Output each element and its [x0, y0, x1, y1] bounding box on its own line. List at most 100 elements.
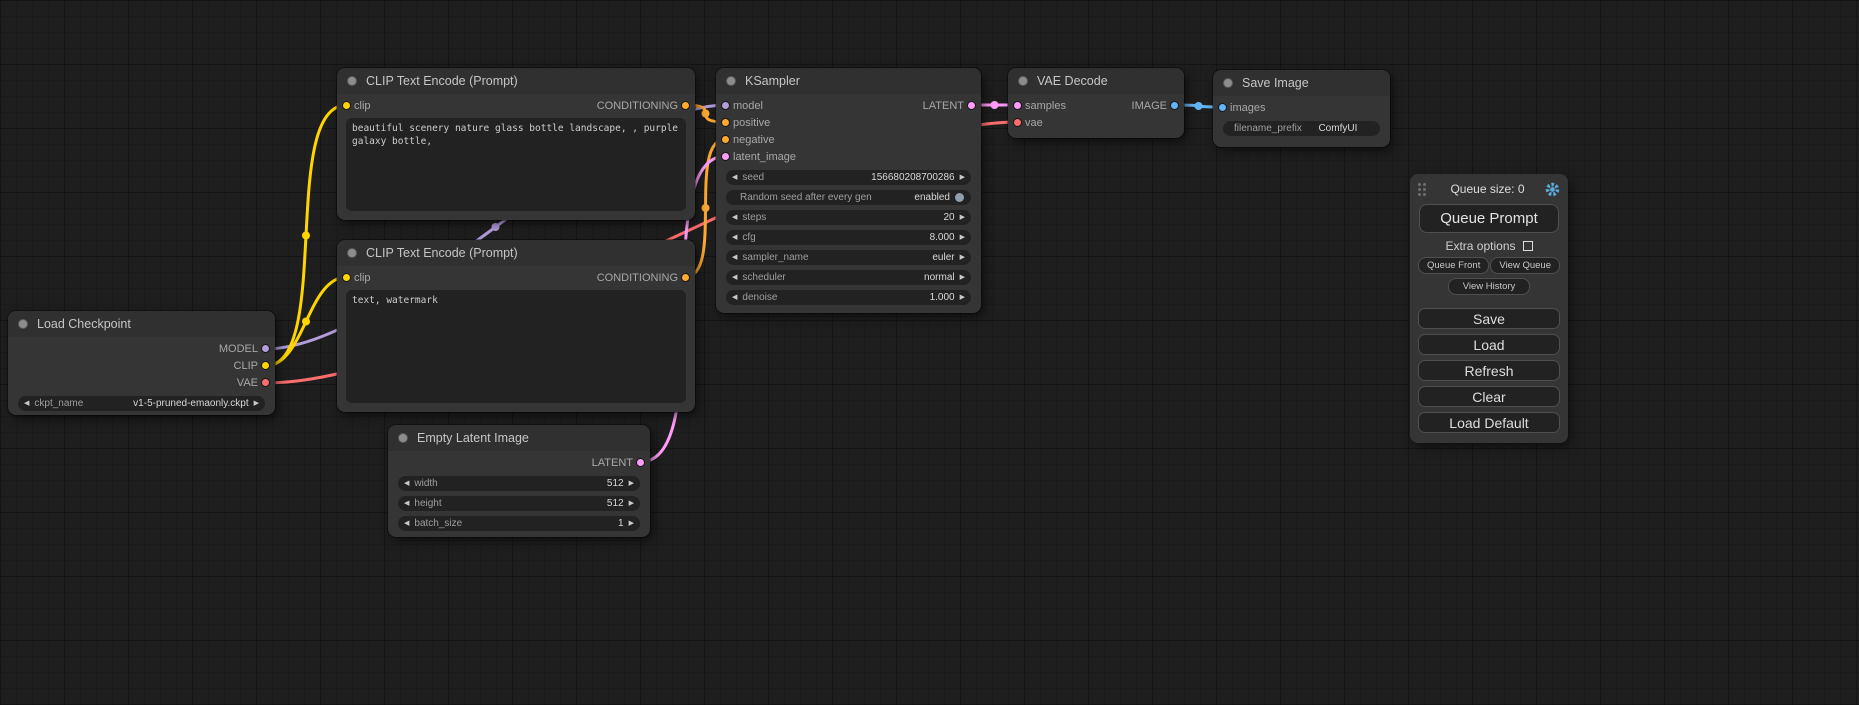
widget-denoise[interactable]: ◀ denoise 1.000 ▶	[726, 290, 971, 305]
prompt-text-area[interactable]: text, watermark	[346, 290, 686, 403]
collapse-dot-icon[interactable]	[726, 76, 736, 86]
increment-arrow-icon[interactable]: ▶	[629, 480, 634, 487]
widget-scheduler[interactable]: ◀ scheduler normal ▶	[726, 270, 971, 285]
decrement-arrow-icon[interactable]: ◀	[732, 274, 737, 281]
decrement-arrow-icon[interactable]: ◀	[732, 254, 737, 261]
link-midpoint-dot	[302, 318, 310, 326]
node-title-bar[interactable]: VAE Decode	[1008, 68, 1184, 94]
drag-handle-icon[interactable]	[1418, 182, 1430, 196]
input-label-positive: positive	[733, 117, 770, 129]
widget-random-seed-toggle[interactable]: Random seed after every gen enabled	[726, 190, 971, 205]
widget-sampler-name[interactable]: ◀ sampler_name euler ▶	[726, 250, 971, 265]
port-row: clip CONDITIONING	[337, 97, 695, 114]
node-title: CLIP Text Encode (Prompt)	[366, 74, 518, 88]
link-midpoint-dot	[1195, 102, 1203, 110]
widget-batch-size[interactable]: ◀ batch_size 1 ▶	[398, 516, 640, 531]
port-row: vae	[1008, 114, 1184, 131]
input-port-positive[interactable]	[721, 118, 730, 127]
input-label-model: model	[733, 100, 763, 112]
increment-arrow-icon[interactable]: ▶	[629, 500, 634, 507]
decrement-arrow-icon[interactable]: ◀	[404, 480, 409, 487]
collapse-dot-icon[interactable]	[1018, 76, 1028, 86]
widget-filename-prefix[interactable]: filename_prefix ComfyUI	[1223, 121, 1380, 136]
increment-arrow-icon[interactable]: ▶	[960, 274, 965, 281]
view-history-button[interactable]: View History	[1448, 278, 1531, 295]
node-title-bar[interactable]: Load Checkpoint	[8, 311, 275, 337]
collapse-dot-icon[interactable]	[398, 433, 408, 443]
output-port-model[interactable]	[261, 344, 270, 353]
settings-gear-icon[interactable]	[1545, 182, 1560, 197]
prompt-text-area[interactable]: beautiful scenery nature glass bottle la…	[346, 118, 686, 211]
increment-arrow-icon[interactable]: ▶	[960, 234, 965, 241]
widget-seed[interactable]: ◀ seed 156680208700286 ▶	[726, 170, 971, 185]
node-empty-latent-image[interactable]: Empty Latent Image LATENT ◀ width 512 ▶ …	[388, 425, 650, 537]
queue-prompt-button[interactable]: Queue Prompt	[1419, 204, 1559, 233]
increment-arrow-icon[interactable]: ▶	[960, 214, 965, 221]
collapse-dot-icon[interactable]	[347, 76, 357, 86]
output-port-latent[interactable]	[967, 101, 976, 110]
queue-small-buttons: Queue Front View Queue	[1418, 257, 1560, 274]
collapse-dot-icon[interactable]	[347, 248, 357, 258]
input-port-negative[interactable]	[721, 135, 730, 144]
widget-ckpt-name[interactable]: ◀ ckpt_name v1-5-pruned-emaonly.ckpt ▶	[18, 396, 265, 411]
refresh-button[interactable]: Refresh	[1418, 360, 1560, 381]
output-port-image[interactable]	[1170, 101, 1179, 110]
input-port-clip[interactable]	[342, 101, 351, 110]
node-title: CLIP Text Encode (Prompt)	[366, 246, 518, 260]
collapse-dot-icon[interactable]	[18, 319, 28, 329]
input-port-samples[interactable]	[1013, 101, 1022, 110]
load-button[interactable]: Load	[1418, 334, 1560, 355]
input-port-clip[interactable]	[342, 273, 351, 282]
node-title-bar[interactable]: CLIP Text Encode (Prompt)	[337, 68, 695, 94]
node-save-image[interactable]: Save Image images filename_prefix ComfyU…	[1213, 70, 1390, 147]
node-title-bar[interactable]: CLIP Text Encode (Prompt)	[337, 240, 695, 266]
input-label-clip: clip	[354, 100, 371, 112]
increment-arrow-icon[interactable]: ▶	[629, 520, 634, 527]
node-clip-text-encode-positive[interactable]: CLIP Text Encode (Prompt) clip CONDITION…	[337, 68, 695, 220]
input-port-model[interactable]	[721, 101, 730, 110]
clear-button[interactable]: Clear	[1418, 386, 1560, 407]
increment-arrow-icon[interactable]: ▶	[960, 174, 965, 181]
node-ksampler[interactable]: KSampler model LATENT positive negative …	[716, 68, 981, 313]
output-label-image: IMAGE	[1132, 100, 1167, 112]
widget-cfg[interactable]: ◀ cfg 8.000 ▶	[726, 230, 971, 245]
toggle-dot-icon[interactable]	[955, 193, 964, 202]
input-port-vae[interactable]	[1013, 118, 1022, 127]
view-queue-button[interactable]: View Queue	[1490, 257, 1560, 274]
link-midpoint-dot	[302, 232, 310, 240]
output-port-vae[interactable]	[261, 378, 270, 387]
node-title-bar[interactable]: KSampler	[716, 68, 981, 94]
node-vae-decode[interactable]: VAE Decode samples IMAGE vae	[1008, 68, 1184, 138]
decrement-arrow-icon[interactable]: ◀	[24, 400, 29, 407]
input-label-negative: negative	[733, 134, 775, 146]
comfyui-canvas[interactable]: { "colors": { "model": "#B39DDB", "clip"…	[0, 0, 1859, 705]
load-default-button[interactable]: Load Default	[1418, 412, 1560, 433]
output-port-clip[interactable]	[261, 361, 270, 370]
decrement-arrow-icon[interactable]: ◀	[732, 294, 737, 301]
output-label-model: MODEL	[219, 343, 258, 355]
save-button[interactable]: Save	[1418, 308, 1560, 329]
increment-arrow-icon[interactable]: ▶	[960, 294, 965, 301]
widget-width[interactable]: ◀ width 512 ▶	[398, 476, 640, 491]
node-load-checkpoint[interactable]: Load Checkpoint MODEL CLIP VAE ◀ ckpt_na…	[8, 311, 275, 415]
input-port-images[interactable]	[1218, 103, 1227, 112]
decrement-arrow-icon[interactable]: ◀	[404, 520, 409, 527]
input-port-latent-image[interactable]	[721, 152, 730, 161]
queue-front-button[interactable]: Queue Front	[1418, 257, 1489, 274]
output-port-latent[interactable]	[636, 458, 645, 467]
increment-arrow-icon[interactable]: ▶	[960, 254, 965, 261]
decrement-arrow-icon[interactable]: ◀	[404, 500, 409, 507]
output-port-conditioning[interactable]	[681, 273, 690, 282]
widget-height[interactable]: ◀ height 512 ▶	[398, 496, 640, 511]
decrement-arrow-icon[interactable]: ◀	[732, 214, 737, 221]
output-port-conditioning[interactable]	[681, 101, 690, 110]
decrement-arrow-icon[interactable]: ◀	[732, 234, 737, 241]
decrement-arrow-icon[interactable]: ◀	[732, 174, 737, 181]
widget-steps[interactable]: ◀ steps 20 ▶	[726, 210, 971, 225]
increment-arrow-icon[interactable]: ▶	[254, 400, 259, 407]
node-title-bar[interactable]: Save Image	[1213, 70, 1390, 96]
node-clip-text-encode-negative[interactable]: CLIP Text Encode (Prompt) clip CONDITION…	[337, 240, 695, 412]
extra-options-checkbox[interactable]	[1523, 241, 1533, 251]
collapse-dot-icon[interactable]	[1223, 78, 1233, 88]
node-title-bar[interactable]: Empty Latent Image	[388, 425, 650, 451]
